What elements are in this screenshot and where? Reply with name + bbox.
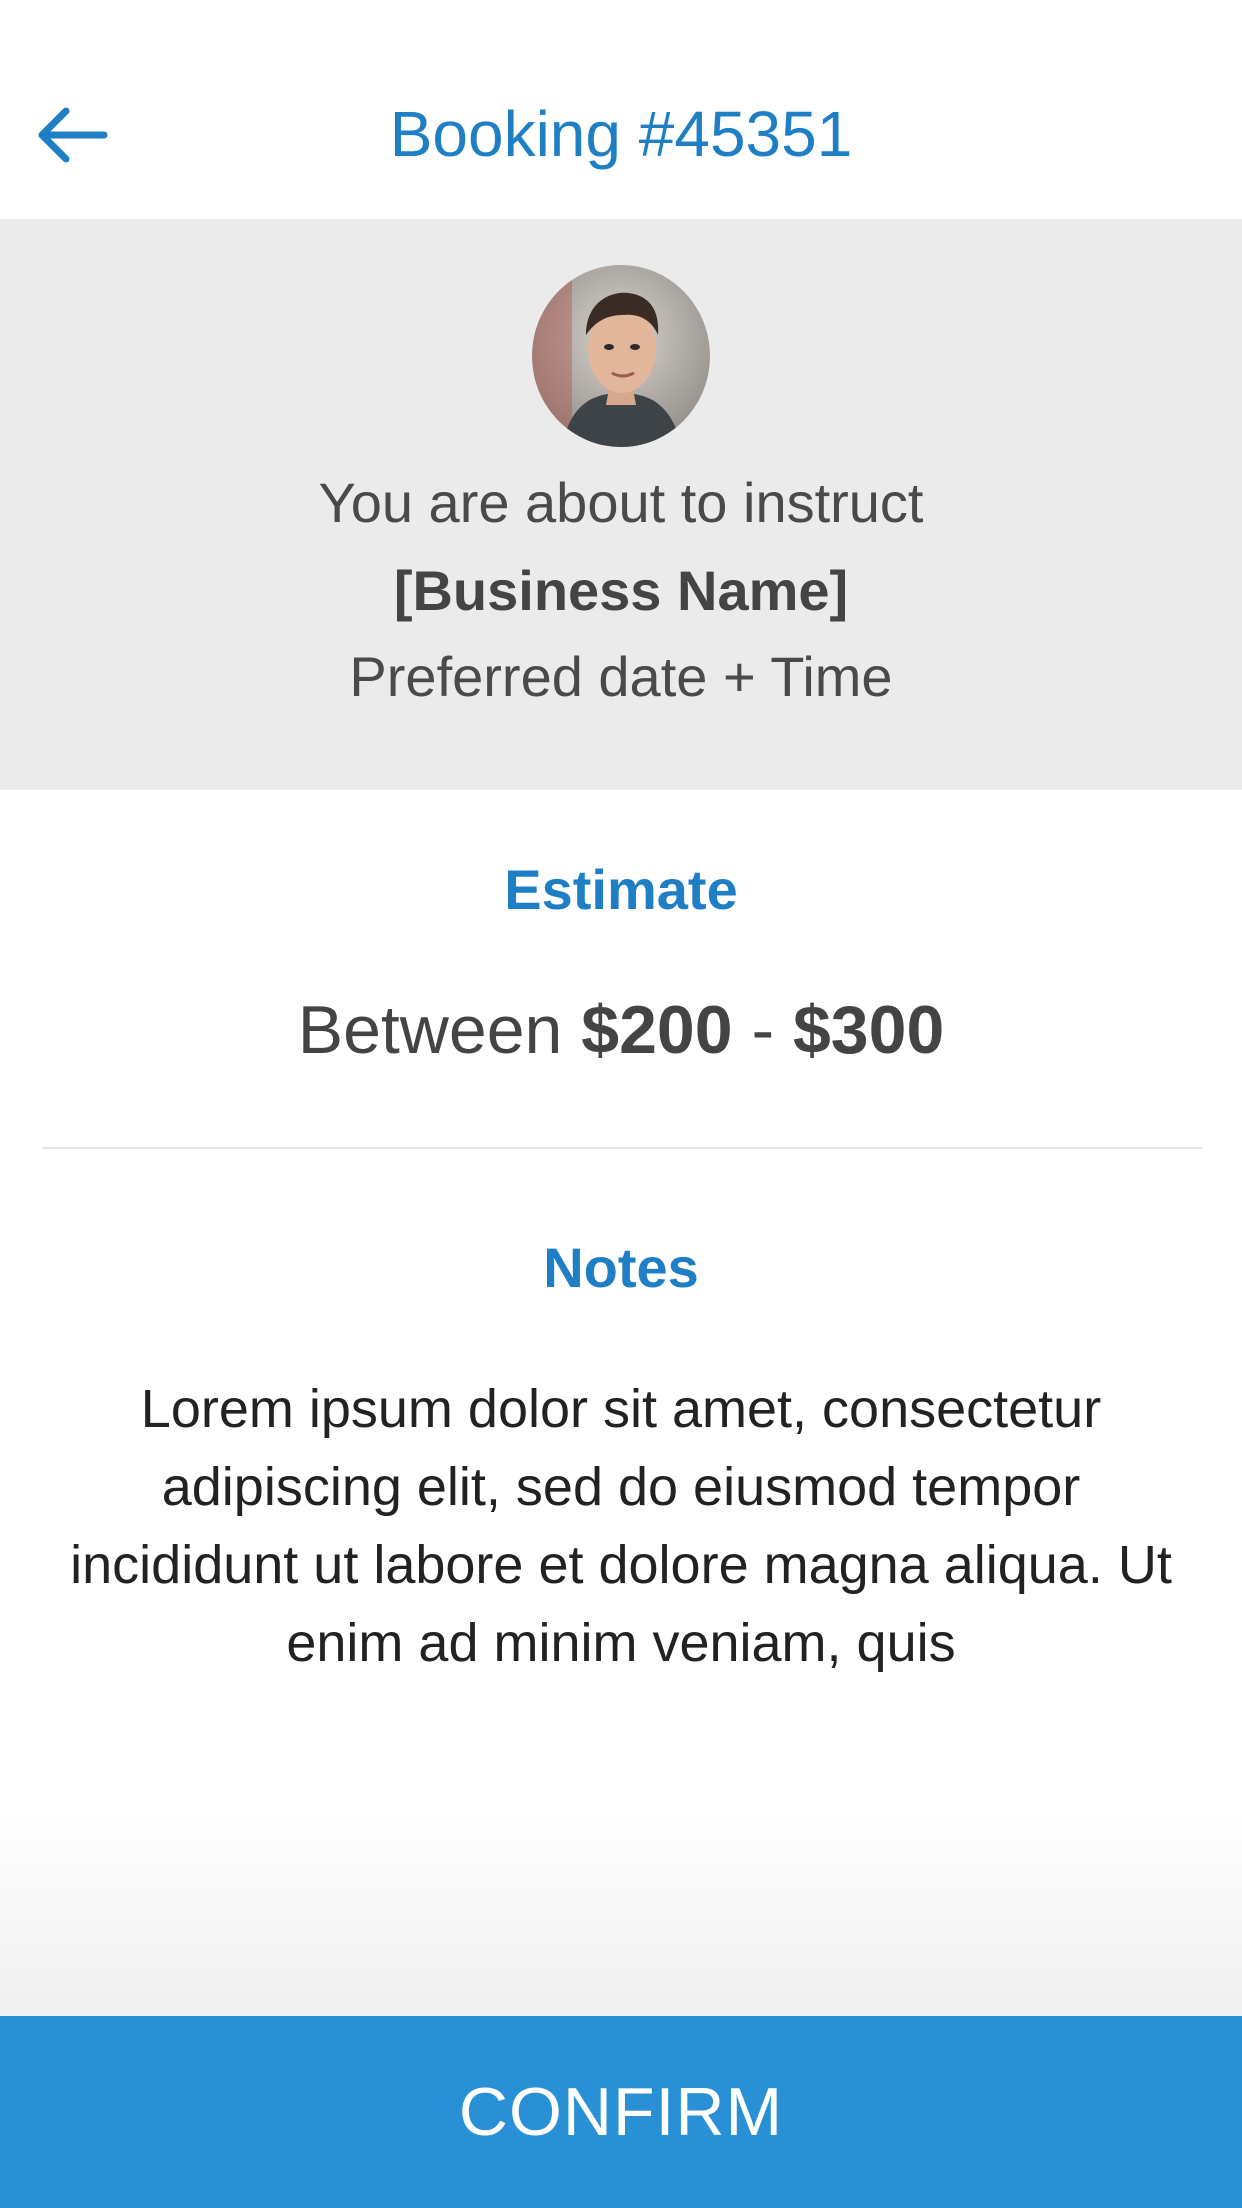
estimate-high: $300: [792, 992, 945, 1068]
instruct-text: You are about to instruct: [318, 471, 924, 534]
business-name: [Business Name]: [393, 559, 849, 622]
estimate-low: $200: [581, 992, 733, 1068]
estimate-prefix: Between: [297, 992, 582, 1068]
header-bar: Booking #45351: [0, 0, 1242, 219]
estimate-range: Between $200 - $300: [0, 990, 1242, 1070]
divider: [42, 1147, 1202, 1149]
avatar: [532, 265, 710, 447]
confirm-button[interactable]: CONFIRM: [0, 2016, 1242, 2208]
estimate-heading: Estimate: [504, 858, 738, 921]
confirm-label: CONFIRM: [458, 2074, 784, 2150]
booking-summary: You are about to instruct [Business Name…: [0, 219, 1242, 790]
bottom-fade: [0, 1810, 1242, 2016]
notes-text: Lorem ipsum dolor sit amet, consectetur …: [70, 1379, 1172, 1673]
notes-heading: Notes: [543, 1236, 699, 1299]
estimate-separator: -: [732, 992, 793, 1068]
page-title: Booking #45351: [389, 98, 853, 170]
preferred-date-time: Preferred date + Time: [349, 645, 893, 708]
